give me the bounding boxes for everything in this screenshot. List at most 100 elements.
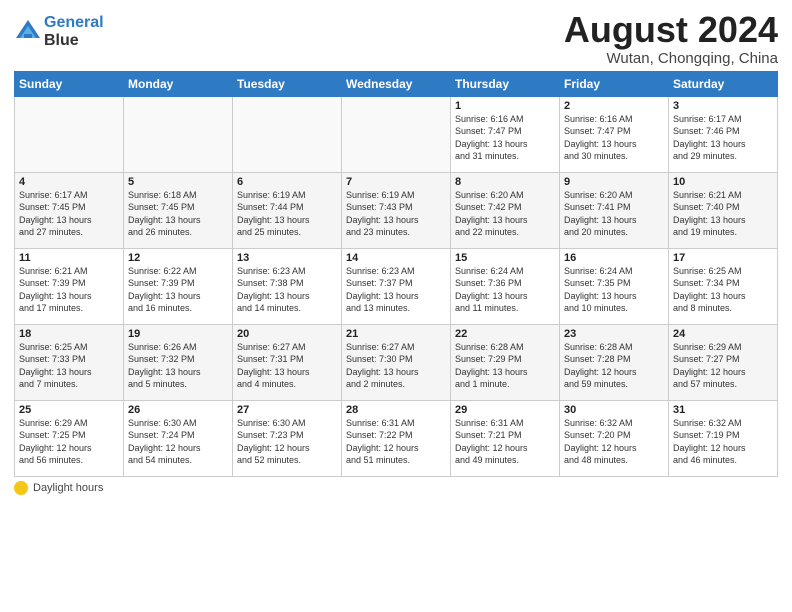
logo-icon	[14, 18, 42, 46]
day-number: 25	[19, 404, 119, 416]
day-number: 27	[237, 404, 337, 416]
calendar-cell: 19Sunrise: 6:26 AM Sunset: 7:32 PM Dayli…	[124, 324, 233, 400]
day-info: Sunrise: 6:23 AM Sunset: 7:38 PM Dayligh…	[237, 265, 337, 315]
calendar-cell: 26Sunrise: 6:30 AM Sunset: 7:24 PM Dayli…	[124, 400, 233, 476]
day-number: 22	[455, 328, 555, 340]
calendar-week-2: 4Sunrise: 6:17 AM Sunset: 7:45 PM Daylig…	[15, 172, 778, 248]
header: General Blue August 2024 Wutan, Chongqin…	[14, 10, 778, 67]
day-info: Sunrise: 6:17 AM Sunset: 7:45 PM Dayligh…	[19, 189, 119, 239]
calendar-cell: 22Sunrise: 6:28 AM Sunset: 7:29 PM Dayli…	[451, 324, 560, 400]
day-number: 1	[455, 100, 555, 112]
calendar-cell: 28Sunrise: 6:31 AM Sunset: 7:22 PM Dayli…	[342, 400, 451, 476]
calendar-cell	[342, 96, 451, 172]
day-number: 3	[673, 100, 773, 112]
calendar-cell: 14Sunrise: 6:23 AM Sunset: 7:37 PM Dayli…	[342, 248, 451, 324]
day-number: 15	[455, 252, 555, 264]
day-info: Sunrise: 6:19 AM Sunset: 7:43 PM Dayligh…	[346, 189, 446, 239]
calendar-week-3: 11Sunrise: 6:21 AM Sunset: 7:39 PM Dayli…	[15, 248, 778, 324]
day-number: 13	[237, 252, 337, 264]
day-info: Sunrise: 6:27 AM Sunset: 7:30 PM Dayligh…	[346, 341, 446, 391]
day-info: Sunrise: 6:20 AM Sunset: 7:41 PM Dayligh…	[564, 189, 664, 239]
day-number: 16	[564, 252, 664, 264]
day-info: Sunrise: 6:27 AM Sunset: 7:31 PM Dayligh…	[237, 341, 337, 391]
day-info: Sunrise: 6:16 AM Sunset: 7:47 PM Dayligh…	[455, 113, 555, 163]
logo-line1: General	[44, 14, 104, 32]
day-number: 23	[564, 328, 664, 340]
day-info: Sunrise: 6:22 AM Sunset: 7:39 PM Dayligh…	[128, 265, 228, 315]
day-info: Sunrise: 6:19 AM Sunset: 7:44 PM Dayligh…	[237, 189, 337, 239]
day-number: 6	[237, 176, 337, 188]
calendar-cell: 9Sunrise: 6:20 AM Sunset: 7:41 PM Daylig…	[560, 172, 669, 248]
calendar-cell: 20Sunrise: 6:27 AM Sunset: 7:31 PM Dayli…	[233, 324, 342, 400]
weekday-monday: Monday	[124, 71, 233, 96]
calendar-cell: 12Sunrise: 6:22 AM Sunset: 7:39 PM Dayli…	[124, 248, 233, 324]
day-number: 4	[19, 176, 119, 188]
day-info: Sunrise: 6:28 AM Sunset: 7:28 PM Dayligh…	[564, 341, 664, 391]
calendar-cell: 4Sunrise: 6:17 AM Sunset: 7:45 PM Daylig…	[15, 172, 124, 248]
weekday-wednesday: Wednesday	[342, 71, 451, 96]
calendar-cell: 10Sunrise: 6:21 AM Sunset: 7:40 PM Dayli…	[669, 172, 778, 248]
day-info: Sunrise: 6:21 AM Sunset: 7:40 PM Dayligh…	[673, 189, 773, 239]
day-info: Sunrise: 6:31 AM Sunset: 7:21 PM Dayligh…	[455, 417, 555, 467]
calendar-cell: 16Sunrise: 6:24 AM Sunset: 7:35 PM Dayli…	[560, 248, 669, 324]
day-number: 10	[673, 176, 773, 188]
legend: Daylight hours	[14, 481, 778, 495]
day-info: Sunrise: 6:29 AM Sunset: 7:25 PM Dayligh…	[19, 417, 119, 467]
calendar-cell: 17Sunrise: 6:25 AM Sunset: 7:34 PM Dayli…	[669, 248, 778, 324]
day-info: Sunrise: 6:31 AM Sunset: 7:22 PM Dayligh…	[346, 417, 446, 467]
day-number: 21	[346, 328, 446, 340]
calendar-week-1: 1Sunrise: 6:16 AM Sunset: 7:47 PM Daylig…	[15, 96, 778, 172]
calendar-cell: 23Sunrise: 6:28 AM Sunset: 7:28 PM Dayli…	[560, 324, 669, 400]
calendar-cell: 18Sunrise: 6:25 AM Sunset: 7:33 PM Dayli…	[15, 324, 124, 400]
calendar-cell: 31Sunrise: 6:32 AM Sunset: 7:19 PM Dayli…	[669, 400, 778, 476]
calendar-cell: 21Sunrise: 6:27 AM Sunset: 7:30 PM Dayli…	[342, 324, 451, 400]
location-title: Wutan, Chongqing, China	[564, 50, 778, 67]
calendar-cell: 25Sunrise: 6:29 AM Sunset: 7:25 PM Dayli…	[15, 400, 124, 476]
calendar-cell: 30Sunrise: 6:32 AM Sunset: 7:20 PM Dayli…	[560, 400, 669, 476]
day-info: Sunrise: 6:24 AM Sunset: 7:35 PM Dayligh…	[564, 265, 664, 315]
day-number: 2	[564, 100, 664, 112]
logo: General Blue	[14, 14, 104, 49]
day-number: 20	[237, 328, 337, 340]
calendar-cell: 29Sunrise: 6:31 AM Sunset: 7:21 PM Dayli…	[451, 400, 560, 476]
day-info: Sunrise: 6:30 AM Sunset: 7:23 PM Dayligh…	[237, 417, 337, 467]
calendar-cell	[15, 96, 124, 172]
weekday-friday: Friday	[560, 71, 669, 96]
calendar-cell: 1Sunrise: 6:16 AM Sunset: 7:47 PM Daylig…	[451, 96, 560, 172]
calendar-table: SundayMondayTuesdayWednesdayThursdayFrid…	[14, 71, 778, 477]
calendar-cell: 13Sunrise: 6:23 AM Sunset: 7:38 PM Dayli…	[233, 248, 342, 324]
day-info: Sunrise: 6:21 AM Sunset: 7:39 PM Dayligh…	[19, 265, 119, 315]
calendar-cell: 5Sunrise: 6:18 AM Sunset: 7:45 PM Daylig…	[124, 172, 233, 248]
day-number: 19	[128, 328, 228, 340]
day-number: 29	[455, 404, 555, 416]
day-info: Sunrise: 6:18 AM Sunset: 7:45 PM Dayligh…	[128, 189, 228, 239]
day-number: 12	[128, 252, 228, 264]
day-number: 17	[673, 252, 773, 264]
day-number: 8	[455, 176, 555, 188]
day-number: 31	[673, 404, 773, 416]
month-title: August 2024	[564, 10, 778, 50]
calendar-cell	[124, 96, 233, 172]
day-info: Sunrise: 6:24 AM Sunset: 7:36 PM Dayligh…	[455, 265, 555, 315]
legend-icon	[14, 481, 28, 495]
legend-label: Daylight hours	[33, 482, 103, 494]
logo-text: General Blue	[44, 14, 104, 49]
day-number: 7	[346, 176, 446, 188]
day-number: 28	[346, 404, 446, 416]
day-info: Sunrise: 6:25 AM Sunset: 7:34 PM Dayligh…	[673, 265, 773, 315]
day-info: Sunrise: 6:26 AM Sunset: 7:32 PM Dayligh…	[128, 341, 228, 391]
calendar-cell: 15Sunrise: 6:24 AM Sunset: 7:36 PM Dayli…	[451, 248, 560, 324]
calendar-cell	[233, 96, 342, 172]
title-block: August 2024 Wutan, Chongqing, China	[564, 10, 778, 67]
day-number: 30	[564, 404, 664, 416]
day-info: Sunrise: 6:16 AM Sunset: 7:47 PM Dayligh…	[564, 113, 664, 163]
day-number: 26	[128, 404, 228, 416]
day-info: Sunrise: 6:32 AM Sunset: 7:19 PM Dayligh…	[673, 417, 773, 467]
day-info: Sunrise: 6:29 AM Sunset: 7:27 PM Dayligh…	[673, 341, 773, 391]
calendar-cell: 11Sunrise: 6:21 AM Sunset: 7:39 PM Dayli…	[15, 248, 124, 324]
day-number: 5	[128, 176, 228, 188]
day-info: Sunrise: 6:30 AM Sunset: 7:24 PM Dayligh…	[128, 417, 228, 467]
day-info: Sunrise: 6:25 AM Sunset: 7:33 PM Dayligh…	[19, 341, 119, 391]
calendar-cell: 2Sunrise: 6:16 AM Sunset: 7:47 PM Daylig…	[560, 96, 669, 172]
calendar-cell: 27Sunrise: 6:30 AM Sunset: 7:23 PM Dayli…	[233, 400, 342, 476]
